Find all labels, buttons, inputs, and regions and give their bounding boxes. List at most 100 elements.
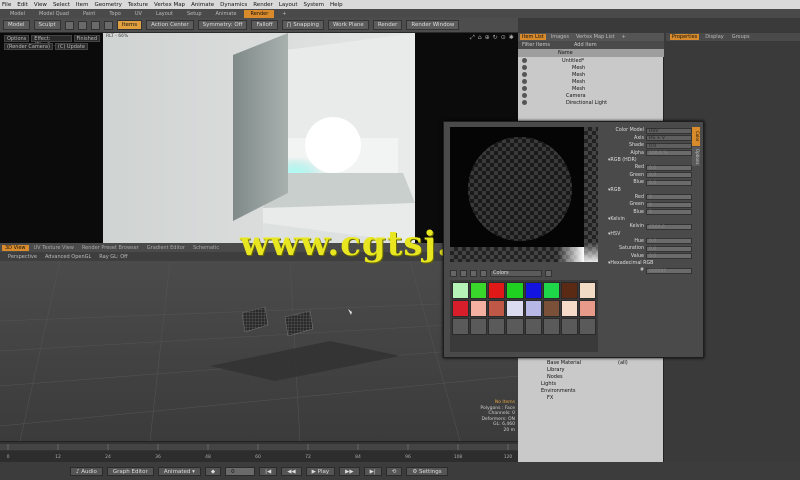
filter-items-field[interactable]: Filter Items: [522, 42, 550, 48]
hsv-value-field[interactable]: 0.0: [646, 253, 692, 260]
layout-tab-model-quad[interactable]: Model Quad: [33, 10, 75, 18]
alpha-field[interactable]: 100.0 %: [646, 150, 692, 157]
tree-item[interactable]: Camera: [518, 92, 664, 99]
audio-button[interactable]: ♪ Audio: [70, 466, 103, 476]
view-tab-3d-view[interactable]: 3D View: [2, 244, 29, 251]
shade-field[interactable]: 0.0: [646, 142, 692, 149]
loop-button[interactable]: ⟲: [385, 466, 403, 476]
hex-field[interactable]: 000000: [646, 267, 692, 274]
add-item-button[interactable]: Add Item: [574, 42, 597, 48]
prop-tab-display[interactable]: Display: [703, 34, 725, 40]
color-swatch[interactable]: [524, 318, 542, 335]
hsv-hue-field[interactable]: 0.0: [646, 238, 692, 245]
item-tab-item-list[interactable]: Item List: [520, 34, 546, 40]
color-wheel-area[interactable]: [450, 127, 598, 247]
value-slider[interactable]: [584, 127, 598, 262]
render-button[interactable]: Render: [372, 20, 403, 30]
next-key-button[interactable]: ▶▶: [339, 466, 360, 476]
color-swatch[interactable]: [578, 318, 596, 335]
menu-item[interactable]: Item: [76, 2, 89, 8]
view-option-2[interactable]: Ray GL: Off: [99, 254, 127, 260]
layout-tab-add[interactable]: +: [276, 10, 292, 18]
menu-vertex-map[interactable]: Vertex Map: [154, 2, 185, 8]
color-swatch[interactable]: [578, 300, 596, 317]
snapping-button[interactable]: ⋂ Snapping: [281, 20, 325, 30]
color-swatch[interactable]: [524, 300, 542, 317]
prop-tab-groups[interactable]: Groups: [730, 34, 752, 40]
layout-tab-uv[interactable]: UV: [129, 10, 148, 18]
color-swatch[interactable]: [578, 282, 596, 299]
layout-tab-paint[interactable]: Paint: [77, 10, 101, 18]
view-tab-schematic[interactable]: Schematic: [190, 245, 222, 251]
hdr-green-field[interactable]: 0.0: [646, 172, 692, 179]
render-option-2[interactable]: Finished: [73, 35, 100, 42]
play-button[interactable]: ▶ Play: [305, 466, 336, 476]
color-model-field[interactable]: HSV: [646, 127, 692, 134]
rgb-hdr-section[interactable]: ▾ RGB (HDR): [608, 157, 692, 164]
visibility-eye-icon[interactable]: [522, 72, 527, 77]
kelvin-section[interactable]: ▾ Kelvin: [608, 216, 692, 223]
view-option-0[interactable]: Perspective: [8, 254, 37, 260]
palette-select[interactable]: Colors: [490, 270, 542, 277]
work-plane-button[interactable]: Work Plane: [328, 20, 369, 30]
color-swatch[interactable]: [542, 318, 560, 335]
color-swatch[interactable]: [506, 318, 524, 335]
layout-tab-render[interactable]: Render: [244, 9, 275, 18]
hsv-saturation-field[interactable]: 0.0: [646, 245, 692, 252]
visibility-eye-icon[interactable]: [522, 65, 527, 70]
color-swatch[interactable]: [470, 300, 488, 317]
color-swatch[interactable]: [542, 282, 560, 299]
render-option-1[interactable]: Effect: (Shadi...: [31, 35, 72, 48]
color-swatch[interactable]: [488, 318, 506, 335]
viewport-3d[interactable]: [0, 260, 519, 442]
rgb-section[interactable]: ▾ RGB: [608, 187, 692, 194]
palette-menu-icon[interactable]: [545, 270, 552, 277]
render-window-button[interactable]: Render Window: [406, 20, 460, 30]
hex-section[interactable]: ▾ Hexadecimal RGB: [608, 260, 692, 267]
graph-editor-button[interactable]: Graph Editor: [106, 466, 154, 476]
color-swatch[interactable]: [470, 282, 488, 299]
expand-icon[interactable]: ⤢: [470, 34, 475, 42]
layout-tab-model[interactable]: Model: [4, 10, 31, 18]
menu-select[interactable]: Select: [53, 2, 70, 8]
item-tab-add[interactable]: +: [620, 34, 628, 40]
shader-tree-item[interactable]: Base Material: [547, 360, 581, 366]
visibility-eye-icon[interactable]: [522, 79, 527, 84]
hsv-section[interactable]: ▾ HSV: [608, 231, 692, 238]
color-swatch[interactable]: [542, 300, 560, 317]
color-swatch[interactable]: [470, 318, 488, 335]
grid-view-icon[interactable]: [470, 270, 477, 277]
color-swatch[interactable]: [524, 282, 542, 299]
first-frame-button[interactable]: |◀: [259, 466, 278, 476]
axis-field[interactable]: HS + V: [646, 135, 692, 142]
shader-tree-item[interactable]: Environments: [541, 388, 576, 394]
add-swatch-icon[interactable]: [450, 270, 457, 277]
render-option-1[interactable]: (C) Update: [54, 43, 89, 50]
color-swatch[interactable]: [506, 300, 524, 317]
key-icon[interactable]: ◆: [204, 466, 222, 476]
target-icon[interactable]: ⊙: [501, 34, 506, 42]
menu-texture[interactable]: Texture: [128, 2, 148, 8]
item-tab-vertex-map-list[interactable]: Vertex Map List: [574, 34, 617, 40]
menu-geometry[interactable]: Geometry: [94, 2, 121, 8]
color-swatch[interactable]: [452, 318, 470, 335]
menu-animate[interactable]: Animate: [191, 2, 214, 8]
prev-key-button[interactable]: ◀◀: [281, 466, 302, 476]
menu-view[interactable]: View: [34, 2, 47, 8]
color-swatch[interactable]: [488, 300, 506, 317]
action-center-button[interactable]: Action Center: [146, 20, 194, 30]
color-swatch[interactable]: [488, 282, 506, 299]
alpha-strip[interactable]: [450, 247, 584, 262]
timeline[interactable]: 0 12 24 36 48 60 72 84 96 108 120: [0, 441, 518, 462]
view-tab-render-preset-browser[interactable]: Render Preset Browser: [79, 245, 142, 251]
visibility-eye-icon[interactable]: [522, 86, 527, 91]
rgb-blue-field[interactable]: 0: [646, 209, 692, 216]
last-frame-button[interactable]: ▶|: [363, 466, 382, 476]
rotate-icon[interactable]: ↻: [493, 34, 498, 42]
shader-tree-item[interactable]: Lights: [541, 381, 556, 387]
tree-item[interactable]: Mesh: [518, 64, 664, 71]
hdr-blue-field[interactable]: 0.0: [646, 179, 692, 186]
view-option-1[interactable]: Advanced OpenGL: [45, 254, 91, 260]
menu-system[interactable]: System: [304, 2, 325, 8]
render-option-0[interactable]: Options: [4, 35, 30, 42]
